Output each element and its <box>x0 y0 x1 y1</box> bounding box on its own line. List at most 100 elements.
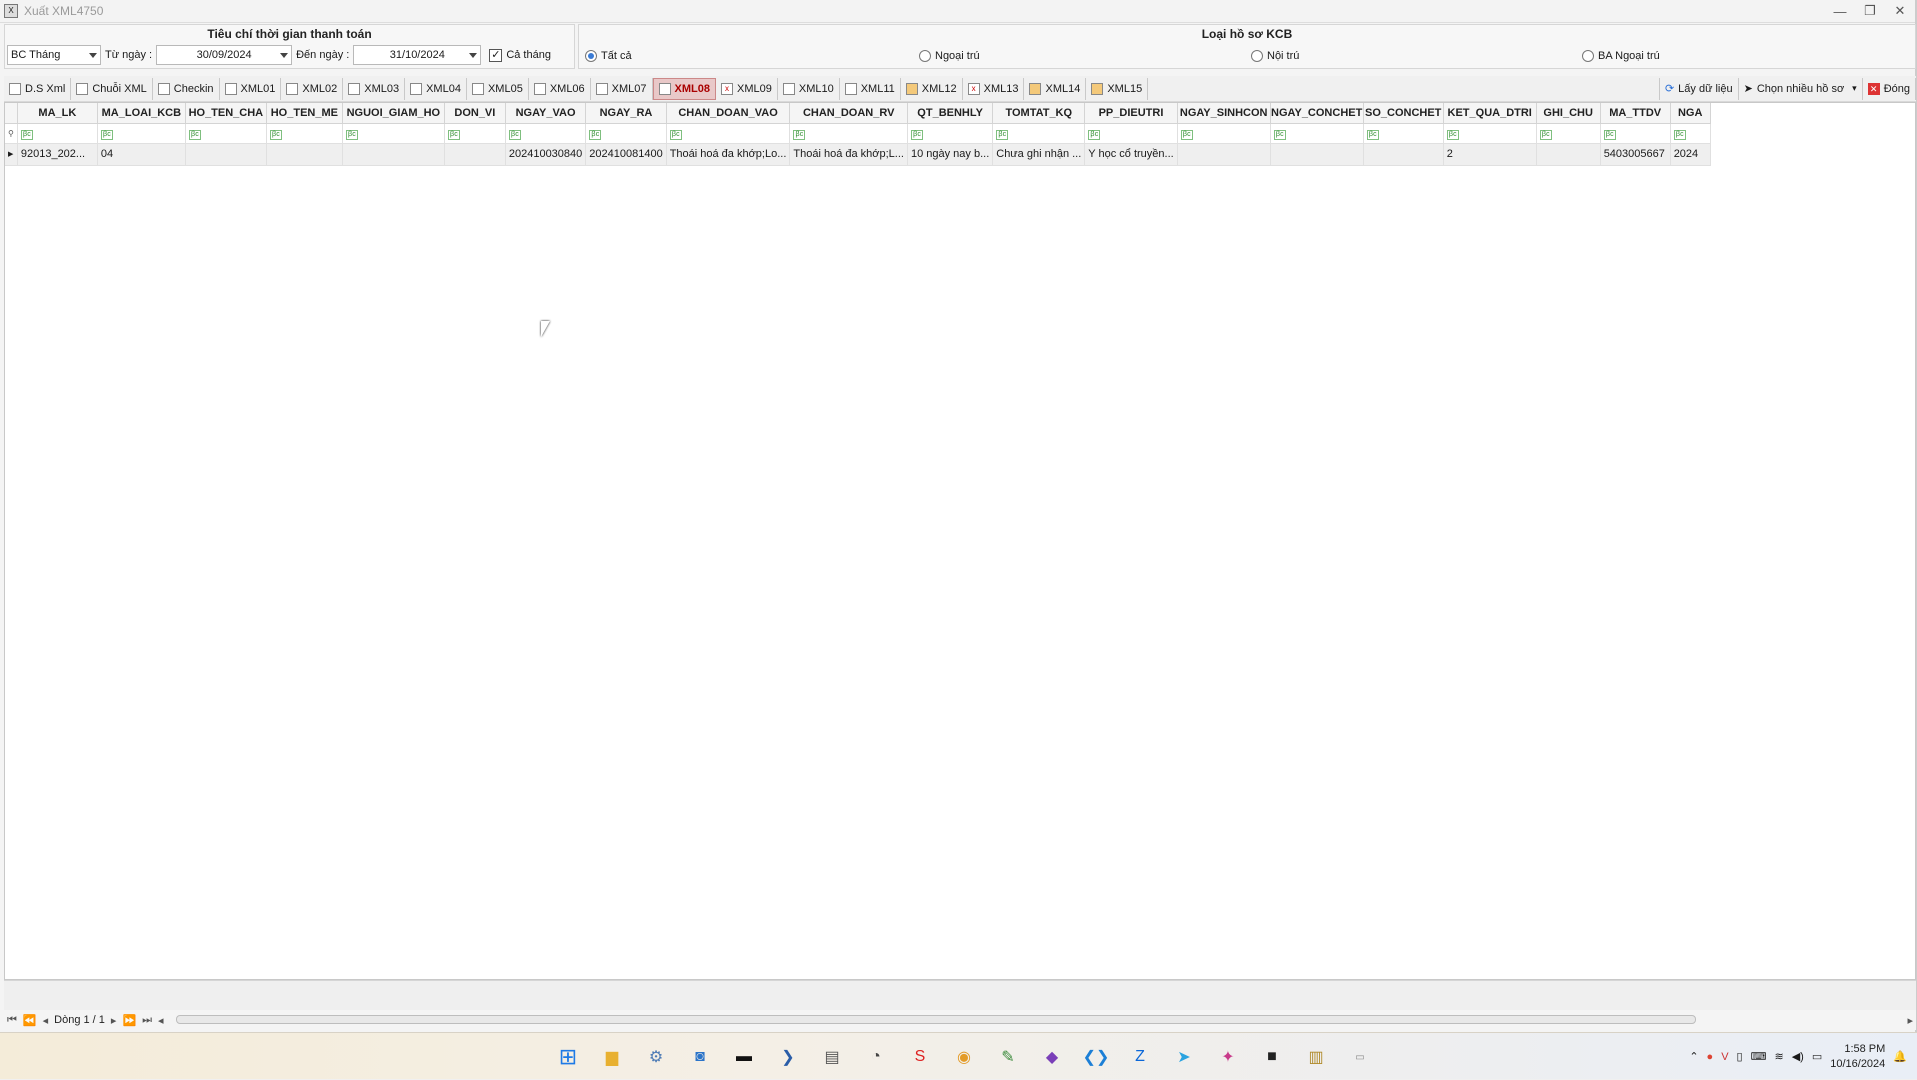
tab-xml08[interactable]: XML08 <box>652 77 716 100</box>
cell[interactable]: 5403005667 <box>1600 143 1671 166</box>
tab-xml03[interactable]: XML03 <box>343 77 406 100</box>
filter-cell[interactable]: ꞵc <box>185 123 267 144</box>
tab-xml11[interactable]: XML11 <box>840 77 901 100</box>
visual-studio-icon[interactable]: ◆ <box>1035 1042 1069 1072</box>
tab-xml06[interactable]: XML06 <box>529 77 591 100</box>
column-header[interactable]: KET_QUA_DTRI <box>1443 103 1537 124</box>
filter-cell[interactable]: ꞵc <box>505 123 587 144</box>
tab-xml02[interactable]: XML02 <box>281 77 344 100</box>
filter-cell[interactable]: ꞵc <box>1270 123 1364 144</box>
cell[interactable]: 2 <box>1443 143 1537 166</box>
clipboard-icon[interactable]: ▯ <box>1737 1050 1743 1063</box>
file-explorer-icon[interactable]: ▆ <box>595 1042 629 1072</box>
globe-icon[interactable]: ◉ <box>947 1042 981 1072</box>
tab-xml15[interactable]: XML15 <box>1086 77 1149 100</box>
close-window-button[interactable]: ✕ <box>1885 1 1915 21</box>
column-header[interactable]: NGAY_VAO <box>505 103 587 124</box>
from-date-picker[interactable]: 30/09/2024 <box>156 45 293 65</box>
filter-cell[interactable]: ꞵc <box>17 123 98 144</box>
column-header[interactable]: MA_LOAI_KCB <box>97 103 186 124</box>
cell[interactable]: Thoái hoá đa khớp;L... <box>789 143 908 166</box>
cell[interactable]: Thoái hoá đa khớp;Lo... <box>666 143 791 166</box>
telegram-icon[interactable]: ➤ <box>1167 1042 1201 1072</box>
chrome-icon[interactable]: ● <box>1707 1051 1714 1063</box>
radio-all[interactable]: Tất cả <box>585 50 632 62</box>
column-header[interactable]: TOMTAT_KQ <box>992 103 1086 124</box>
tab-xml09[interactable]: x XML09 <box>716 77 778 100</box>
first-record-icon[interactable]: ⏮ <box>7 1014 17 1027</box>
powershell-icon[interactable]: ❯ <box>771 1042 805 1072</box>
app-dark-icon[interactable]: ■ <box>1255 1042 1289 1072</box>
minimize-button[interactable]: — <box>1825 1 1855 21</box>
volume-icon[interactable]: ◀) <box>1792 1050 1804 1063</box>
cell[interactable] <box>1177 143 1271 166</box>
restore-button[interactable]: ❐ <box>1855 1 1885 21</box>
filter-cell[interactable]: ꞵc <box>1600 123 1671 144</box>
column-header[interactable]: GHI_CHU <box>1536 103 1601 124</box>
cell[interactable]: 04 <box>97 143 186 166</box>
column-header[interactable]: NGUOI_GIAM_HO <box>342 103 445 124</box>
tab-xml05[interactable]: XML05 <box>467 77 529 100</box>
archive-icon[interactable]: ▥ <box>1299 1042 1333 1072</box>
settings-icon[interactable]: ⚙ <box>639 1042 673 1072</box>
cell[interactable]: Y học cổ truyền... <box>1084 143 1178 166</box>
radio-ba-outpatient[interactable]: BA Ngoại trú <box>1582 50 1660 62</box>
speedometer-icon[interactable]: ◔ <box>859 1042 893 1072</box>
tab-ds-xml[interactable]: D.S Xml <box>4 77 72 100</box>
filter-cell[interactable]: ꞵc <box>666 123 791 144</box>
close-button[interactable]: ✕ Đóng <box>1863 77 1916 100</box>
tab-xml04[interactable]: XML04 <box>405 77 467 100</box>
column-header[interactable]: MA_LK <box>17 103 98 124</box>
filter-cell[interactable]: ꞵc <box>1670 123 1711 144</box>
filter-cell[interactable]: ꞵc <box>789 123 908 144</box>
filter-cell[interactable]: ꞵc <box>1443 123 1537 144</box>
cell[interactable] <box>1536 143 1601 166</box>
column-header[interactable]: NGAY_CONCHET <box>1270 103 1364 124</box>
terminal-icon[interactable]: ▬ <box>727 1042 761 1072</box>
filter-cell[interactable]: ꞵc <box>585 123 667 144</box>
cell[interactable]: 2024 <box>1670 143 1711 166</box>
cell[interactable] <box>342 143 445 166</box>
cell[interactable]: 202410081400 <box>585 143 667 166</box>
column-header[interactable]: NGA <box>1670 103 1711 124</box>
keyboard-icon[interactable]: ⌨ <box>1751 1050 1767 1063</box>
filter-cell[interactable]: ꞵc <box>1177 123 1271 144</box>
whole-month-checkbox[interactable]: ✓ Cả tháng <box>489 48 551 62</box>
report-type-select[interactable]: BC Tháng <box>7 45 101 65</box>
chevron-down-icon[interactable]: ▾ <box>1852 83 1857 94</box>
tab-xml01[interactable]: XML01 <box>220 77 282 100</box>
prev-record-icon[interactable]: ◂ <box>43 1014 49 1027</box>
tab-xml12[interactable]: XML12 <box>901 77 963 100</box>
tab-xml14[interactable]: XML14 <box>1024 77 1087 100</box>
cell[interactable] <box>1363 143 1444 166</box>
cell[interactable]: 10 ngày nay b... <box>907 143 994 166</box>
vivaldi-icon[interactable]: V <box>1721 1051 1728 1063</box>
start-icon[interactable]: ⊞ <box>551 1042 585 1072</box>
filter-cell[interactable]: ꞵc <box>444 123 506 144</box>
scroll-right-icon[interactable]: ▸ <box>1907 1014 1913 1027</box>
tab-xml07[interactable]: XML07 <box>591 77 653 100</box>
column-header[interactable]: CHAN_DOAN_RV <box>789 103 908 124</box>
column-header[interactable]: CHAN_DOAN_VAO <box>666 103 791 124</box>
column-header[interactable]: QT_BENHLY <box>907 103 994 124</box>
app-small-icon[interactable]: ▭ <box>1343 1042 1377 1072</box>
clock[interactable]: 1:58 PM 10/16/2024 <box>1830 1042 1885 1072</box>
tab-xml10[interactable]: XML10 <box>778 77 840 100</box>
tab-chuoi-xml[interactable]: Chuỗi XML <box>71 77 153 100</box>
to-date-picker[interactable]: 31/10/2024 <box>353 45 482 65</box>
filter-cell[interactable]: ꞵc <box>907 123 994 144</box>
cell[interactable] <box>1270 143 1364 166</box>
next-page-icon[interactable]: ⏩ <box>122 1014 136 1027</box>
column-header[interactable]: HO_TEN_ME <box>266 103 343 124</box>
scroll-left-icon[interactable]: ◂ <box>158 1014 164 1027</box>
notepad-icon[interactable]: ✎ <box>991 1042 1025 1072</box>
column-header[interactable]: DON_VI <box>444 103 506 124</box>
prev-page-icon[interactable]: ⏪ <box>23 1014 37 1027</box>
cell[interactable] <box>185 143 267 166</box>
monitor-icon[interactable]: ▤ <box>815 1042 849 1072</box>
column-header[interactable]: HO_TEN_CHA <box>185 103 267 124</box>
filter-cell[interactable]: ꞵc <box>97 123 186 144</box>
chevron-up-icon[interactable]: ⌃ <box>1689 1050 1698 1063</box>
paint-icon[interactable]: ✦ <box>1211 1042 1245 1072</box>
column-header[interactable]: NGAY_SINHCON <box>1177 103 1271 124</box>
